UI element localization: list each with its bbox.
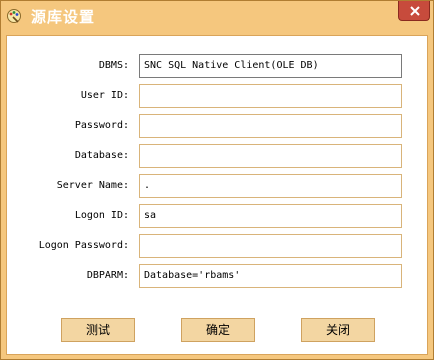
server-name-field[interactable]: .: [139, 174, 402, 198]
pencil-palette-icon: [6, 8, 22, 24]
user-id-field[interactable]: [139, 84, 402, 108]
dbparm-label: DBPARM:: [86, 270, 129, 281]
database-field[interactable]: [139, 144, 402, 168]
close-button[interactable]: 关闭: [301, 318, 375, 342]
close-icon: [410, 6, 420, 16]
logon-password-label: Logon Password:: [38, 240, 129, 251]
dbms-label: DBMS:: [98, 60, 129, 71]
logon-password-field[interactable]: [139, 234, 402, 258]
settings-dialog: 源库设置 DBMS: SNC SQL Native Client(OLE DB)…: [0, 0, 434, 360]
user-id-label: User ID:: [80, 90, 129, 101]
window-title: 源库设置: [31, 8, 96, 26]
title-bar[interactable]: 源库设置: [1, 1, 433, 33]
database-label: Database:: [74, 150, 129, 161]
password-field[interactable]: [139, 114, 402, 138]
password-label: Password:: [74, 120, 129, 131]
form-panel: DBMS: SNC SQL Native Client(OLE DB) User…: [6, 35, 428, 355]
logon-id-field[interactable]: sa: [139, 204, 402, 228]
server-name-label: Server Name:: [56, 180, 129, 191]
dbparm-field[interactable]: Database='rbams': [139, 264, 402, 288]
close-window-button[interactable]: [398, 1, 430, 21]
test-button[interactable]: 测试: [61, 318, 135, 342]
ok-button[interactable]: 确定: [181, 318, 255, 342]
dbms-field[interactable]: SNC SQL Native Client(OLE DB): [139, 54, 402, 78]
logon-id-label: Logon ID:: [74, 210, 129, 221]
